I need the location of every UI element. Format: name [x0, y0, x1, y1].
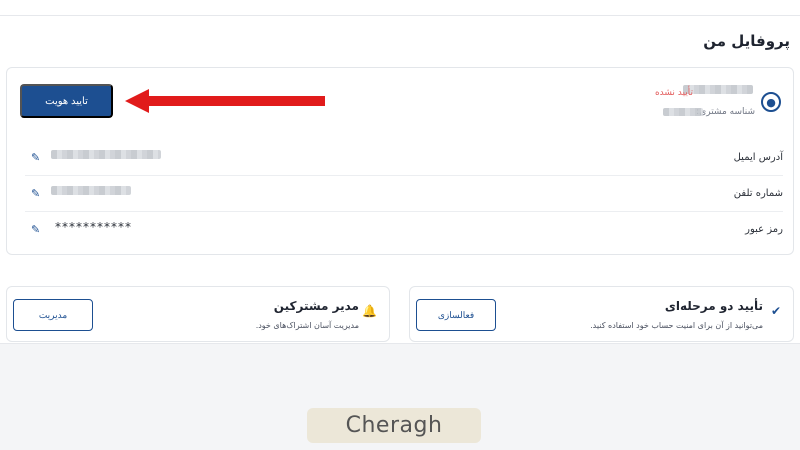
email-label: آدرس ایمیل: [733, 152, 783, 163]
blurred-username: [683, 85, 753, 94]
email-row: آدرس ایمیل ✎: [25, 140, 783, 176]
subscription-manager-title: مدیر مشترکین: [273, 299, 359, 313]
edit-phone-icon[interactable]: ✎: [31, 187, 40, 200]
user-avatar-icon: ●: [761, 92, 781, 112]
bell-icon: 🔔: [362, 304, 377, 318]
two-factor-description: می‌توانید از آن برای امنیت حساب خود استف…: [590, 321, 763, 330]
subscription-manager-card: 🔔 مدیر مشترکین مدیریت آسان اشتراک‌های خو…: [6, 286, 390, 342]
edit-password-icon[interactable]: ✎: [31, 223, 40, 236]
password-value: ***********: [55, 220, 132, 234]
two-factor-card: ✔ تأیید دو مرحله‌ای می‌توانید از آن برای…: [409, 286, 794, 342]
password-label: رمز عبور: [745, 224, 783, 235]
shield-check-icon: ✔: [770, 304, 781, 318]
phone-label: شماره تلفن: [733, 188, 783, 199]
blurred-email: [51, 150, 161, 159]
password-row: رمز عبور *********** ✎: [25, 212, 783, 248]
red-arrow-annotation: [125, 89, 325, 113]
blurred-customer-id: [663, 108, 703, 116]
enable-two-factor-button[interactable]: فعالسازی: [416, 299, 496, 331]
page: پروفایل من ● تأیید نشده شناسه مشتری: تای…: [0, 0, 800, 450]
edit-email-icon[interactable]: ✎: [31, 151, 40, 164]
phone-row: شماره تلفن ✎: [25, 176, 783, 212]
manage-subscriptions-button[interactable]: مدیریت: [13, 299, 93, 331]
two-factor-title: تأیید دو مرحله‌ای: [664, 299, 763, 313]
top-bar: [0, 0, 800, 16]
blurred-phone: [51, 186, 131, 195]
cheragh-watermark-logo: Cheragh: [307, 408, 481, 443]
verification-status-badge: تأیید نشده: [654, 88, 693, 98]
verify-identity-button[interactable]: تایید هویت: [20, 84, 113, 118]
subscription-manager-description: مدیریت آسان اشتراک‌های خود.: [255, 321, 359, 330]
profile-card: ● تأیید نشده شناسه مشتری: تایید هویت آدر…: [6, 67, 794, 255]
main-content: پروفایل من ● تأیید نشده شناسه مشتری: تای…: [0, 16, 800, 344]
customer-id-label: شناسه مشتری:: [696, 107, 755, 117]
page-title: پروفایل من: [703, 32, 790, 50]
